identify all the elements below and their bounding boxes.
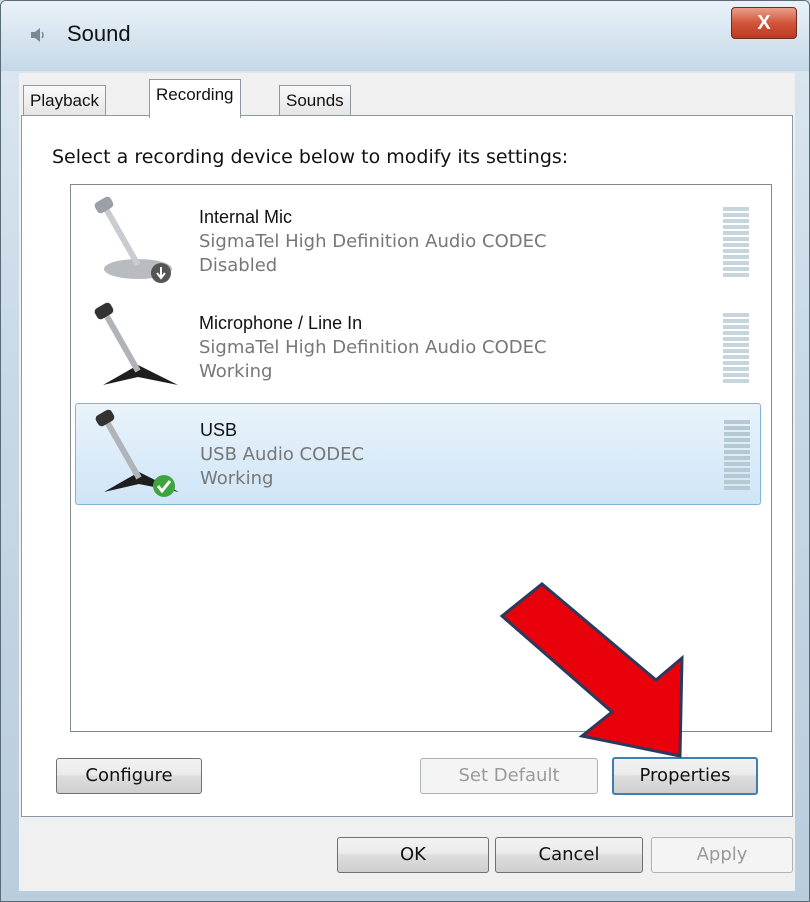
device-item-internal-mic[interactable]: Internal Mic SigmaTel High Definition Au…: [75, 191, 759, 291]
device-name: USB: [200, 420, 238, 440]
level-meter: [724, 420, 750, 490]
speaker-icon: [31, 28, 44, 42]
tab-playback[interactable]: Playback: [23, 85, 106, 116]
device-status: Working: [199, 361, 273, 382]
device-status: Working: [200, 468, 274, 489]
device-description: SigmaTel High Definition Audio CODEC: [199, 231, 547, 252]
title-bar[interactable]: Sound X: [1, 1, 809, 71]
device-item-usb[interactable]: USB USB Audio CODEC Working: [75, 403, 761, 505]
tab-sounds[interactable]: Sounds: [279, 85, 351, 116]
device-description: USB Audio CODEC: [200, 444, 365, 465]
instruction-text: Select a recording device below to modif…: [52, 146, 569, 168]
device-name: Internal Mic: [199, 207, 293, 227]
level-meter: [723, 207, 749, 277]
device-name: Microphone / Line In: [199, 313, 363, 333]
microphone-icon: [94, 302, 178, 385]
device-item-microphone-line-in[interactable]: Microphone / Line In SigmaTel High Defin…: [75, 297, 759, 397]
apply-button[interactable]: Apply: [651, 837, 793, 873]
microphone-icon: [94, 196, 172, 283]
ok-button[interactable]: OK: [337, 837, 489, 873]
window-title: Sound: [67, 21, 131, 46]
microphone-icon: [95, 409, 179, 497]
close-button[interactable]: X: [731, 7, 797, 39]
device-status: Disabled: [199, 255, 278, 276]
device-description: SigmaTel High Definition Audio CODEC: [199, 337, 547, 358]
cancel-button[interactable]: Cancel: [495, 837, 643, 873]
level-meter: [723, 313, 749, 383]
annotation-arrow-icon: [499, 582, 684, 758]
tab-recording[interactable]: Recording: [149, 79, 241, 118]
configure-button[interactable]: Configure: [56, 758, 202, 794]
